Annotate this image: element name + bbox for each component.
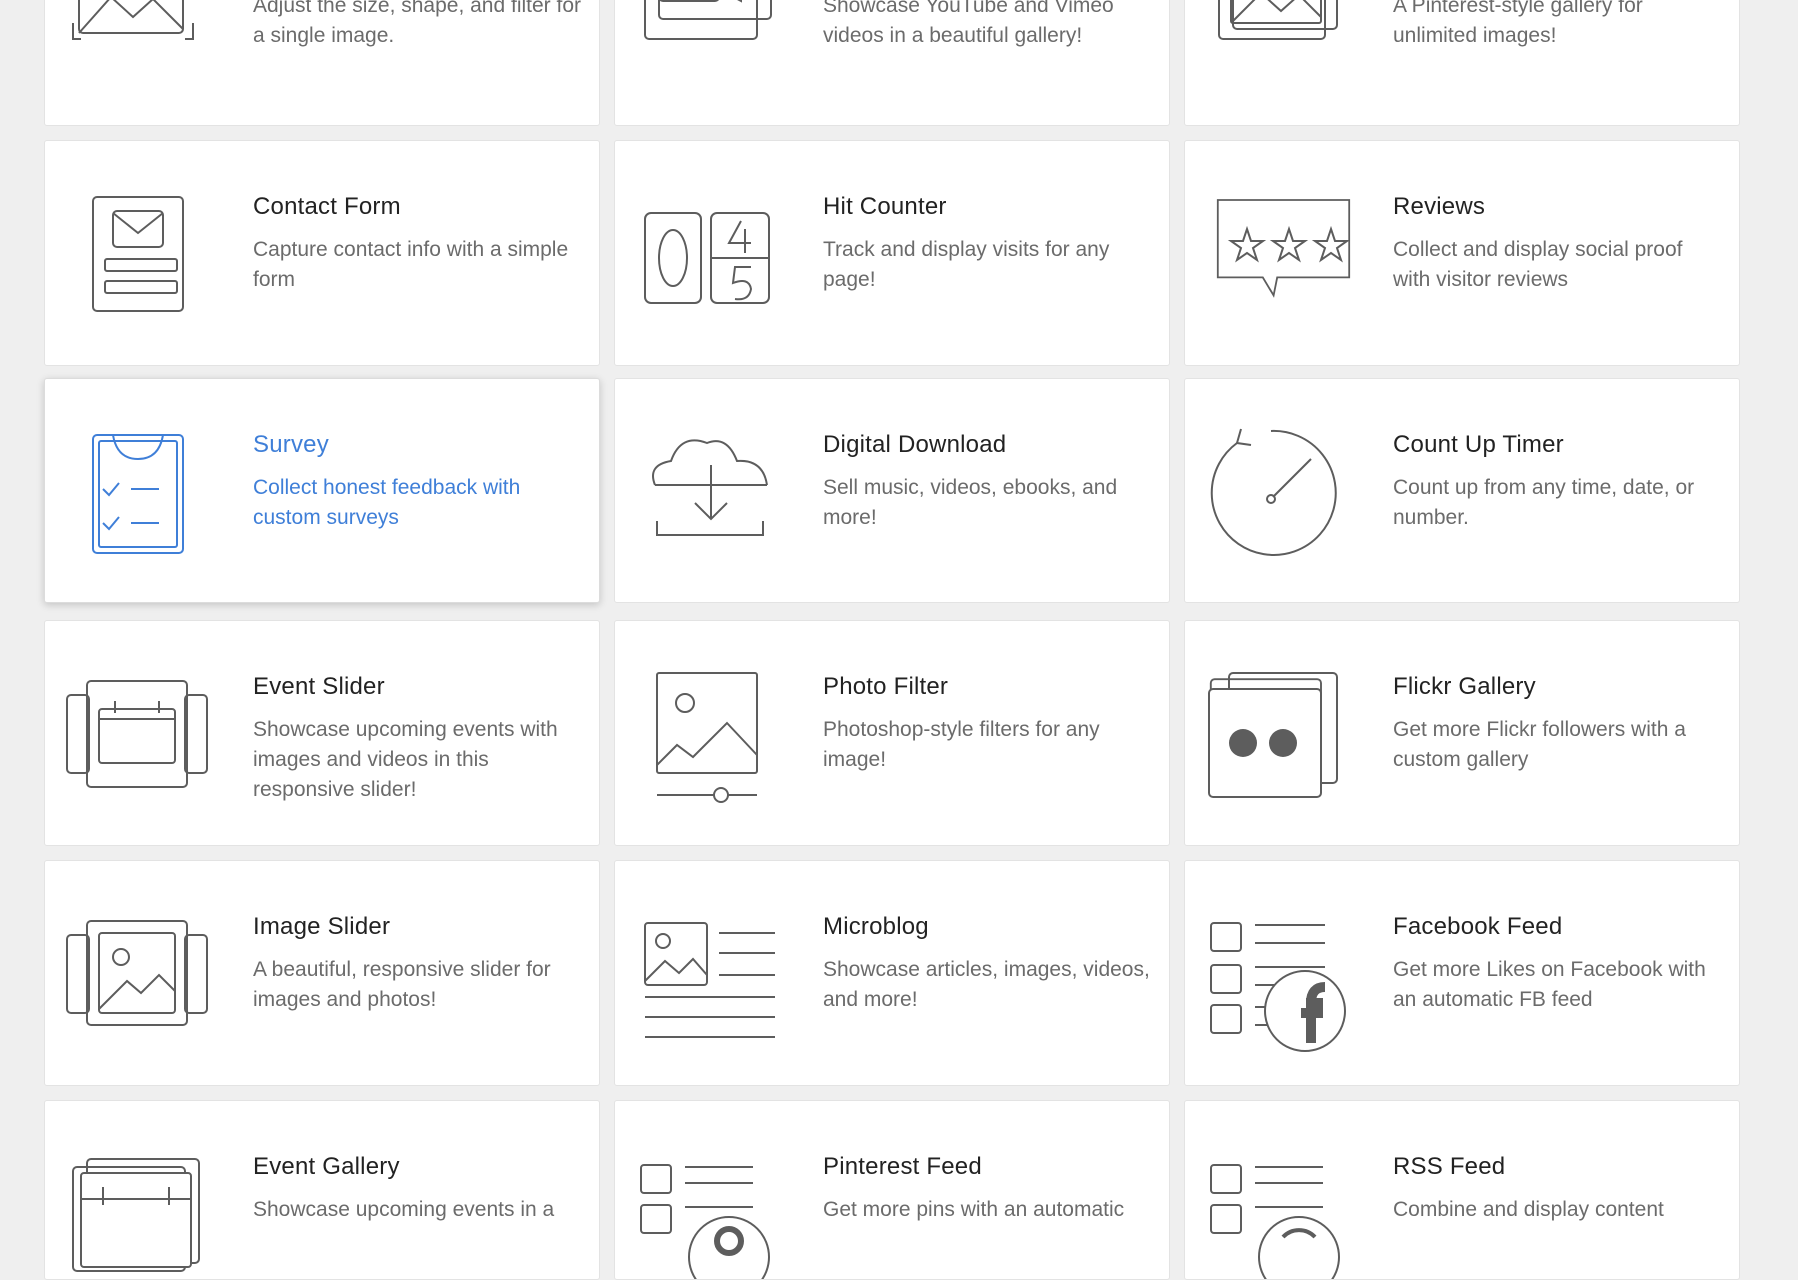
app-card-image-slider[interactable]: Image Slider A beautiful, responsive sli… — [44, 860, 600, 1086]
card-description: Get more Likes on Facebook with an autom… — [1393, 958, 1706, 1011]
app-card-video-gallery[interactable]: Showcase YouTube and Vimeo videos in a b… — [614, 0, 1170, 126]
card-title: Microblog — [823, 913, 929, 940]
card-description: Track and display visits for any page! — [823, 238, 1110, 291]
card-description: Get more Flickr followers with a custom … — [1393, 718, 1686, 771]
card-description: Showcase articles, images, videos, and m… — [823, 958, 1150, 1011]
card-title: Contact Form — [253, 193, 401, 220]
app-card-rss-feed[interactable]: RSS Feed Combine and display content — [1184, 1100, 1740, 1280]
timer-dial-icon — [1207, 411, 1347, 556]
contact-form-icon — [67, 173, 207, 313]
flickr-icon — [1207, 653, 1347, 798]
card-title: Reviews — [1393, 193, 1486, 220]
app-card-reviews[interactable]: Reviews Collect and display social proof… — [1184, 140, 1740, 366]
app-card-image-gallery[interactable]: A Pinterest-style gallery for unlimited … — [1184, 0, 1740, 126]
card-title: Image Slider — [253, 913, 391, 940]
card-description: Count up from any time, date, or number. — [1393, 476, 1695, 529]
facebook-feed-icon — [1207, 893, 1347, 1052]
card-description: Adjust the size, shape, and filter for a… — [253, 0, 582, 47]
card-title: RSS Feed — [1393, 1153, 1506, 1180]
app-card-contact-form[interactable]: Contact Form Capture contact info with a… — [44, 140, 600, 366]
rss-feed-icon — [1207, 1133, 1347, 1279]
card-description: Photoshop-style filters for any image! — [823, 718, 1100, 771]
card-description: Sell music, videos, ebooks, and more! — [823, 476, 1118, 529]
event-slider-icon — [66, 653, 208, 793]
card-title: Survey — [253, 431, 329, 458]
card-title: Pinterest Feed — [823, 1153, 982, 1180]
image-slider-icon — [66, 893, 208, 1033]
card-description: Showcase upcoming events in a — [253, 1198, 555, 1221]
app-card-hit-counter[interactable]: Hit Counter Track and display visits for… — [614, 140, 1170, 366]
card-description: Capture contact info with a simple form — [253, 238, 569, 291]
card-description: Collect and display social proof with vi… — [1393, 238, 1683, 291]
event-gallery-icon — [67, 1133, 207, 1273]
card-title: Facebook Feed — [1393, 913, 1563, 940]
app-grid: Adjust the size, shape, and filter for a… — [0, 0, 1798, 1280]
card-title: Event Slider — [253, 673, 385, 700]
app-card-single-image[interactable]: Adjust the size, shape, and filter for a… — [44, 0, 600, 126]
card-title: Count Up Timer — [1393, 431, 1564, 458]
card-title: Flickr Gallery — [1393, 673, 1536, 700]
survey-clipboard-icon — [67, 411, 207, 554]
microblog-icon — [637, 893, 777, 1038]
card-description: Showcase YouTube and Vimeo videos in a b… — [823, 0, 1114, 47]
image-gallery-icon — [1207, 0, 1347, 99]
app-card-event-slider[interactable]: Event Slider Showcase upcoming events wi… — [44, 620, 600, 846]
app-card-microblog[interactable]: Microblog Showcase articles, images, vid… — [614, 860, 1170, 1086]
app-card-photo-filter[interactable]: Photo Filter Photoshop-style filters for… — [614, 620, 1170, 846]
card-title: Digital Download — [823, 431, 1007, 458]
card-description: Get more pins with an automatic — [823, 1198, 1125, 1221]
app-card-digital-download[interactable]: Digital Download Sell music, videos, ebo… — [614, 378, 1170, 603]
card-title: Photo Filter — [823, 673, 949, 700]
video-gallery-icon — [637, 0, 777, 99]
app-card-event-gallery[interactable]: Event Gallery Showcase upcoming events i… — [44, 1100, 600, 1280]
card-title: Hit Counter — [823, 193, 947, 220]
app-card-pinterest-feed[interactable]: Pinterest Feed Get more pins with an aut… — [614, 1100, 1170, 1280]
card-title: Event Gallery — [253, 1153, 400, 1180]
app-card-count-up-timer[interactable]: Count Up Timer Count up from any time, d… — [1184, 378, 1740, 603]
reviews-icon — [1207, 173, 1351, 313]
image-icon — [67, 0, 207, 99]
card-description: Collect honest feedback with custom surv… — [253, 476, 521, 529]
card-description: Showcase upcoming events with images and… — [253, 718, 558, 801]
pinterest-feed-icon — [637, 1133, 777, 1279]
app-card-survey[interactable]: Survey Collect honest feedback with cust… — [44, 378, 600, 603]
hit-counter-icon — [637, 173, 777, 313]
card-description: Combine and display content — [1393, 1198, 1664, 1221]
photo-filter-icon — [637, 653, 777, 803]
cloud-download-icon — [637, 411, 777, 551]
app-card-flickr-gallery[interactable]: Flickr Gallery Get more Flickr followers… — [1184, 620, 1740, 846]
app-card-facebook-feed[interactable]: Facebook Feed Get more Likes on Facebook… — [1184, 860, 1740, 1086]
card-description: A Pinterest-style gallery for unlimited … — [1393, 0, 1643, 47]
card-description: A beautiful, responsive slider for image… — [253, 958, 551, 1011]
